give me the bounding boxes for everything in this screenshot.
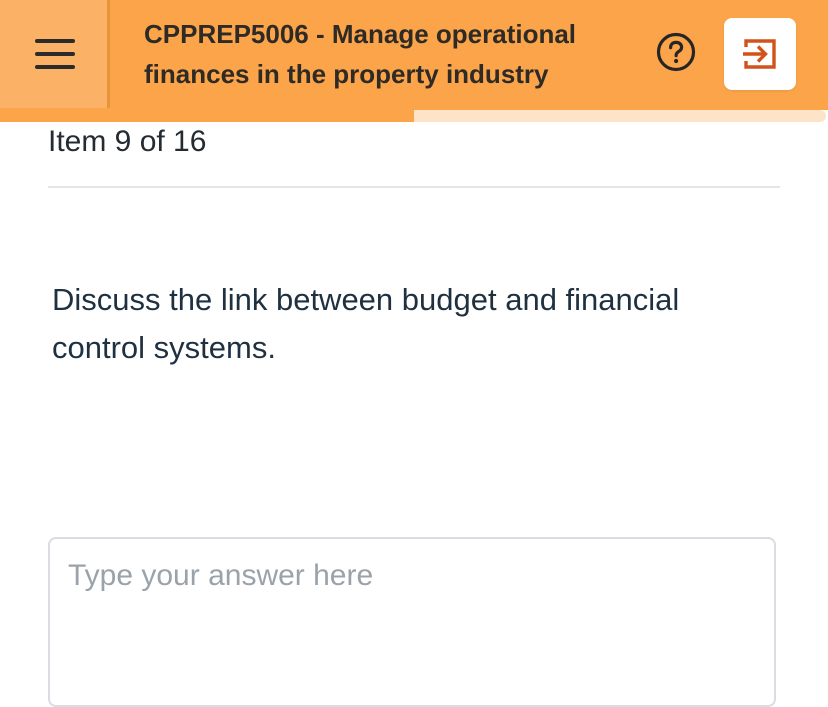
- item-counter: Item 9 of 16: [48, 125, 207, 158]
- divider-line: [48, 186, 780, 188]
- progress-bar: [0, 110, 828, 122]
- answer-input[interactable]: [48, 537, 776, 707]
- question-text: Discuss the link between budget and fina…: [52, 282, 680, 365]
- top-bar: CPPREP5006 - Manage operational finances…: [0, 0, 828, 110]
- menu-divider: [107, 0, 110, 108]
- exit-button[interactable]: [724, 18, 796, 90]
- help-button[interactable]: [656, 32, 696, 72]
- progress-remaining: [414, 110, 826, 122]
- question-circle-icon: [656, 32, 696, 72]
- hamburger-menu-icon: [35, 39, 75, 69]
- exit-arrow-icon: [743, 39, 776, 69]
- menu-button[interactable]: [0, 0, 110, 108]
- progress-fill: [0, 110, 414, 122]
- course-title: CPPREP5006 - Manage operational finances…: [144, 19, 577, 89]
